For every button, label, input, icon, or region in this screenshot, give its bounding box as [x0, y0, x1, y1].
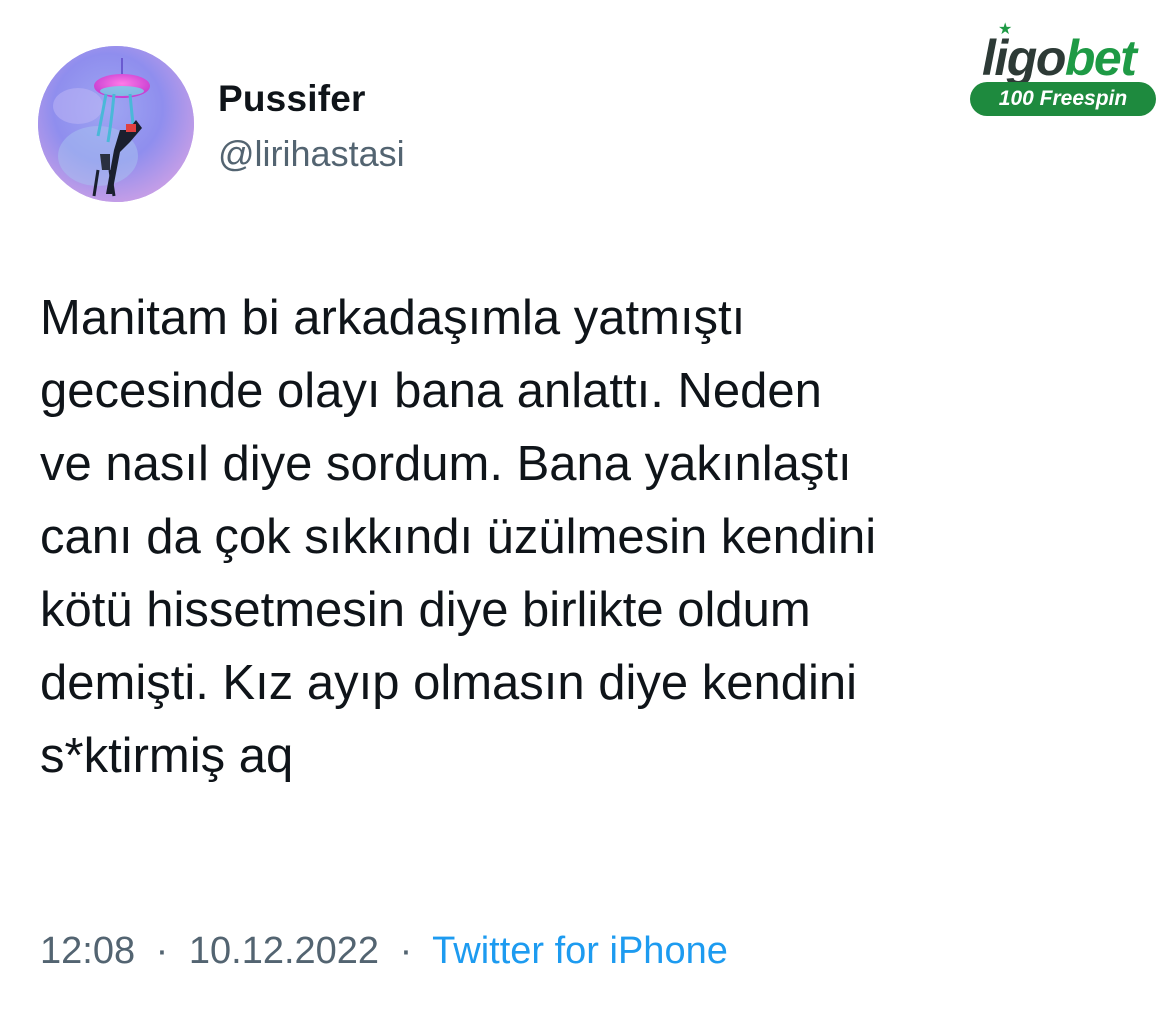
tweet-text-line: gecesinde olayı bana anlattı. Neden [40, 364, 822, 418]
brand-logo-part2: bet [1064, 30, 1137, 86]
tweet-text-line: demişti. Kız ayıp olmasın diye kendini [40, 656, 858, 710]
brand-badge: 100 Freespin [970, 82, 1156, 116]
tweet-text-line: s*ktirmiş aq [40, 729, 294, 783]
author-display-name[interactable]: Pussifer [218, 78, 366, 120]
author-handle[interactable]: @lirihastasi [218, 133, 405, 175]
tweet-time[interactable]: 12:08 [40, 930, 135, 972]
meta-separator: · [399, 930, 413, 972]
brand-watermark: ★ ligobet 100 Freespin [966, 22, 1158, 118]
avatar[interactable] [38, 46, 194, 202]
tweet-text-line: canı da çok sıkkındı üzülmesin kendini [40, 510, 877, 564]
tweet-card: Pussifer @lirihastasi ★ ligobet 100 Free… [0, 0, 1169, 1021]
meta-separator: · [155, 930, 169, 972]
brand-logo-part1: ligo [982, 30, 1066, 86]
tweet-date[interactable]: 10.12.2022 [189, 930, 379, 972]
tweet-text-line: Manitam bi arkadaşımla yatmıştı [40, 291, 746, 345]
tweet-text: Manitam bi arkadaşımla yatmıştı gecesind… [40, 282, 1140, 793]
tweet-text-line: ve nasıl diye sordum. Bana yakınlaştı [40, 437, 852, 491]
avatar-jellyfish-image [38, 46, 194, 202]
tweet-source-link[interactable]: Twitter for iPhone [432, 930, 728, 972]
tweet-meta: 12:08 · 10.12.2022 · Twitter for iPhone [40, 930, 728, 973]
brand-logo: ligobet [982, 28, 1137, 88]
tweet-text-line: kötü hissetmesin diye birlikte oldum [40, 583, 811, 637]
